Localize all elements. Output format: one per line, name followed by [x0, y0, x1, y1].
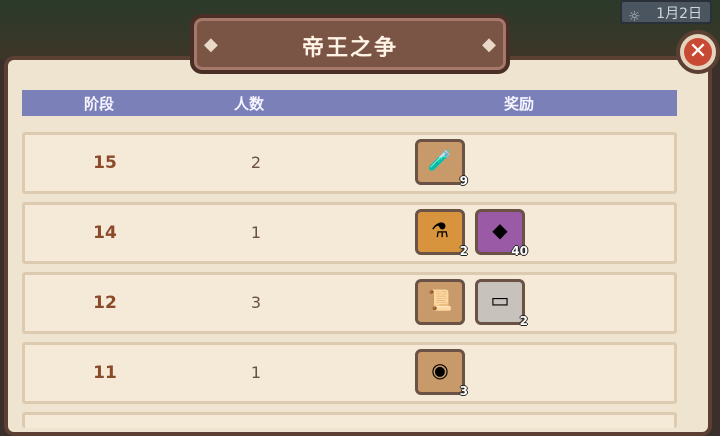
header-stage: 阶段: [84, 95, 115, 113]
reward-qty: 9: [459, 174, 468, 188]
ore-icon: ◆: [492, 218, 508, 242]
table-row: 15 2 🧪 9: [22, 132, 677, 194]
table-row: 11 1 ◉ 3: [22, 342, 677, 404]
reward-item[interactable]: 📜: [415, 279, 465, 325]
header-count: 人数: [234, 95, 265, 113]
row-stage: 12: [93, 293, 117, 313]
table-row: 14 1 ⚗ 2 ◆ 40: [22, 202, 677, 264]
ornament-right-icon: ◆: [482, 34, 496, 55]
close-icon[interactable]: ✕: [684, 38, 712, 66]
reward-qty: 2: [459, 244, 468, 258]
table-row: 12 3 📜 ▭ 2: [22, 272, 677, 334]
header-reward: 奖励: [504, 95, 535, 113]
ticket-icon: ▭: [490, 288, 510, 312]
row-count: 1: [250, 363, 262, 382]
date-display: ☼ 1月2日: [620, 0, 712, 25]
row-stage: 11: [93, 363, 117, 383]
orb-icon: ◉: [431, 358, 449, 382]
date-text: 1月2日: [656, 6, 702, 22]
reward-item[interactable]: ▭ 2: [475, 279, 528, 328]
reward-item[interactable]: ◉ 3: [415, 349, 468, 398]
scroll-swap-icon: 📜: [427, 288, 453, 312]
potion-icon: ⚗: [431, 218, 449, 242]
row-count: 2: [250, 153, 262, 172]
sun-icon: ☼: [628, 9, 641, 25]
row-count: 3: [250, 293, 262, 312]
row-count: 1: [250, 223, 262, 242]
table-row-partial: [22, 412, 677, 428]
close-button[interactable]: ✕: [676, 30, 720, 74]
row-stage: 15: [93, 153, 117, 173]
reward-item[interactable]: ⚗ 2: [415, 209, 468, 258]
reward-qty: 40: [511, 244, 528, 258]
reward-qty: 2: [519, 314, 528, 328]
reward-qty: 3: [459, 384, 468, 398]
reward-item[interactable]: ◆ 40: [475, 209, 528, 258]
bottle-icon: 🧪: [427, 148, 453, 172]
title-plate: ◆ 帝王之争 ◆: [190, 14, 510, 74]
dialog-title: 帝王之争: [301, 36, 398, 61]
row-stage: 14: [93, 223, 117, 243]
reward-item[interactable]: 🧪 9: [415, 139, 468, 188]
table-header: 阶段 人数 奖励: [22, 90, 677, 116]
